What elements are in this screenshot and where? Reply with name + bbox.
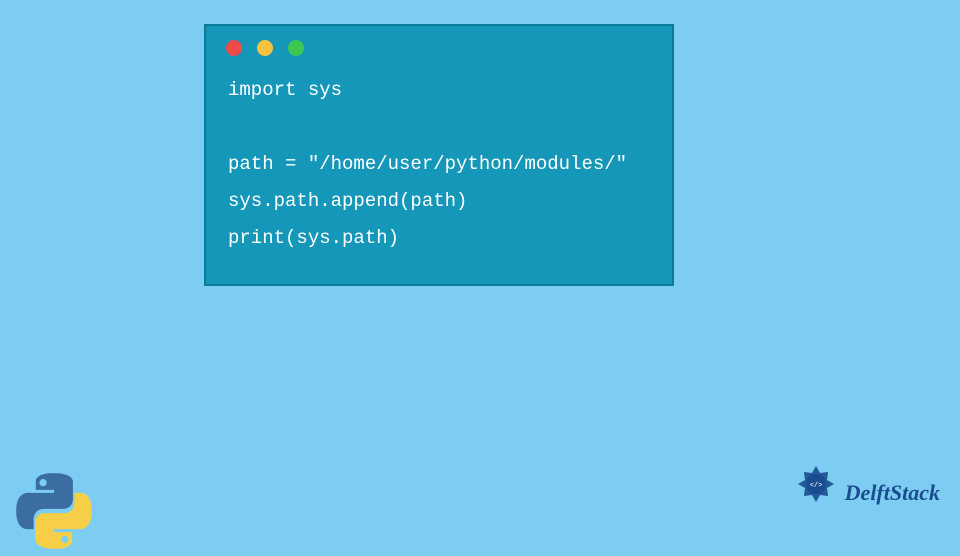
- code-line: path = "/home/user/python/modules/": [228, 153, 627, 175]
- brand-name: DelftStack: [845, 480, 940, 506]
- code-line: print(sys.path): [228, 227, 399, 249]
- svg-text:</>: </>: [809, 482, 822, 490]
- code-block: import sys path = "/home/user/python/mod…: [206, 66, 672, 263]
- brand: </> DelftStack: [791, 465, 940, 520]
- code-line: sys.path.append(path): [228, 190, 467, 212]
- dot-green: [288, 40, 304, 56]
- brand-logo-icon: </>: [791, 465, 841, 520]
- dot-red: [226, 40, 242, 56]
- code-line: import sys: [228, 79, 342, 101]
- python-logo-icon: [14, 471, 94, 556]
- dot-yellow: [257, 40, 273, 56]
- window-dots: [206, 26, 672, 66]
- code-window: import sys path = "/home/user/python/mod…: [204, 24, 674, 286]
